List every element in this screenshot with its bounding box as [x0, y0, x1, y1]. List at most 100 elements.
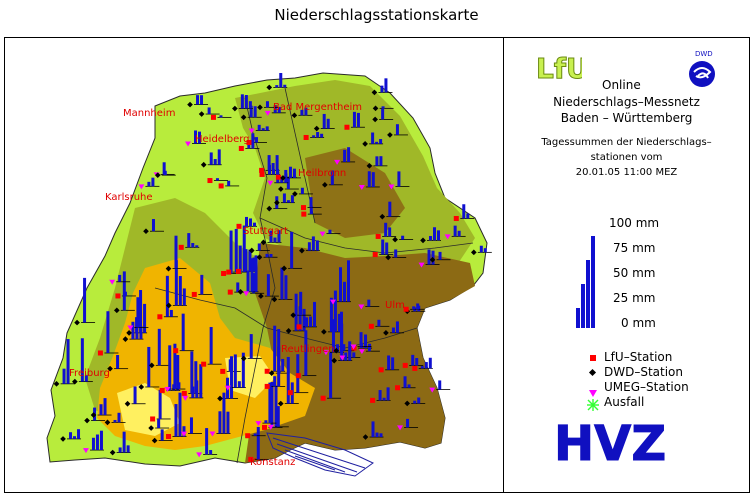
precipitation-bar — [380, 85, 384, 93]
lfu-station-marker — [150, 416, 156, 422]
precipitation-bar — [103, 398, 107, 416]
precipitation-bar — [395, 124, 399, 135]
precipitation-bar — [364, 334, 368, 349]
precipitation-bar — [315, 240, 319, 251]
precipitation-bar — [122, 271, 126, 311]
precipitation-bar — [313, 301, 317, 327]
scale-bars — [576, 228, 602, 328]
precipitation-bar — [379, 156, 383, 166]
precipitation-bar — [367, 171, 371, 187]
precipitation-bar — [117, 412, 121, 423]
precipitation-bar — [305, 317, 309, 327]
precipitation-bar — [273, 376, 277, 387]
precipitation-bar — [416, 303, 420, 310]
precipitation-bar — [189, 417, 193, 434]
precipitation-bar — [200, 274, 204, 295]
precipitation-bar — [160, 429, 164, 441]
precipitation-bar — [256, 426, 260, 460]
precipitation-bar — [281, 358, 285, 372]
precipitation-bar — [407, 384, 411, 388]
precipitation-bar — [73, 436, 77, 439]
precipitation-bar — [187, 233, 191, 248]
precipitation-bar — [316, 132, 320, 138]
precipitation-bar — [269, 254, 273, 258]
lfu-station-marker — [453, 215, 459, 221]
precipitation-bar — [384, 78, 388, 93]
precipitation-bar — [347, 260, 351, 302]
precipitation-bar — [196, 95, 200, 105]
precipitation-bar — [237, 381, 241, 388]
precipitation-bar — [209, 152, 213, 165]
precipitation-bar — [277, 346, 281, 387]
precipitation-bar — [286, 200, 290, 203]
precipitation-bar — [126, 445, 130, 453]
precipitation-bar — [284, 275, 288, 300]
precipitation-bar — [91, 437, 95, 451]
dwd-station-symbol — [588, 368, 598, 378]
city-label-karlsruhe: Karlsruhe — [105, 192, 153, 203]
legend-lfu-station: LfU–Station — [604, 350, 673, 364]
precipitation-bar — [264, 420, 268, 424]
precipitation-bar — [339, 267, 343, 302]
precipitation-bar — [219, 115, 223, 118]
precipitation-bar — [381, 239, 385, 255]
lfu-station-marker — [157, 314, 163, 320]
precipitation-bar — [377, 319, 381, 327]
legend-dwd-station: DWD–Station — [604, 365, 684, 379]
lfu-station-marker — [201, 361, 207, 367]
precipitation-bar — [182, 288, 186, 306]
precipitation-bar — [218, 411, 222, 434]
lfu-station-marker — [165, 434, 171, 440]
precipitation-bar — [113, 419, 117, 423]
precipitation-bar — [367, 347, 371, 352]
lfu-station-marker — [344, 124, 350, 130]
precipitation-bar — [381, 108, 385, 120]
precipitation-bar — [343, 281, 347, 302]
precipitation-bar — [62, 368, 66, 384]
precipitation-bar — [379, 433, 383, 438]
precipitation-bar — [290, 195, 294, 203]
lfu-station-marker — [238, 145, 244, 151]
precipitation-bar — [391, 327, 395, 333]
lfu-station-symbol — [588, 353, 598, 363]
precipitation-bar — [257, 243, 261, 251]
precipitation-bar — [453, 225, 457, 237]
lfu-station-marker — [264, 383, 270, 389]
precipitation-bar — [433, 227, 437, 241]
lfu-station-marker — [320, 395, 326, 401]
precipitation-bar — [385, 242, 389, 255]
precipitation-map: Mannheim Bad Mergentheim Heidelberg Heil… — [46, 72, 492, 477]
city-label-heilbronn: Heilbronn — [298, 168, 346, 179]
precipitation-bar — [69, 432, 73, 439]
precipitation-bar — [200, 95, 204, 105]
lfu-station-marker — [115, 293, 121, 299]
precipitation-bar — [403, 376, 407, 388]
description-line2: stationen vom — [590, 152, 663, 163]
precipitation-bar — [205, 428, 209, 455]
precipitation-bar — [283, 84, 287, 88]
precipitation-bar — [320, 133, 324, 138]
precipitation-bar — [178, 276, 182, 306]
precipitation-bar — [83, 277, 87, 323]
lfu-station-marker — [173, 348, 179, 354]
lfu-station-marker — [181, 390, 187, 396]
precipitation-bar — [391, 357, 395, 370]
precipitation-bar — [226, 411, 230, 434]
precipitation-bar — [378, 390, 382, 401]
precipitation-bar — [347, 147, 351, 162]
precipitation-bar — [236, 282, 240, 293]
city-label-konstanz: Konstanz — [250, 457, 295, 468]
precipitation-bar — [261, 128, 265, 131]
precipitation-bar — [438, 380, 442, 390]
precipitation-bar — [122, 431, 126, 453]
precipitation-bar — [163, 170, 167, 176]
precipitation-bar — [359, 332, 363, 347]
precipitation-bar — [466, 213, 470, 219]
precipitation-bar — [311, 236, 315, 251]
precipitation-bar — [411, 354, 415, 366]
precipitation-bar — [106, 311, 110, 353]
precipitation-bar — [133, 386, 137, 404]
precipitation-bar — [388, 227, 392, 237]
precipitation-bar — [244, 95, 248, 109]
precipitation-bar — [95, 434, 99, 451]
